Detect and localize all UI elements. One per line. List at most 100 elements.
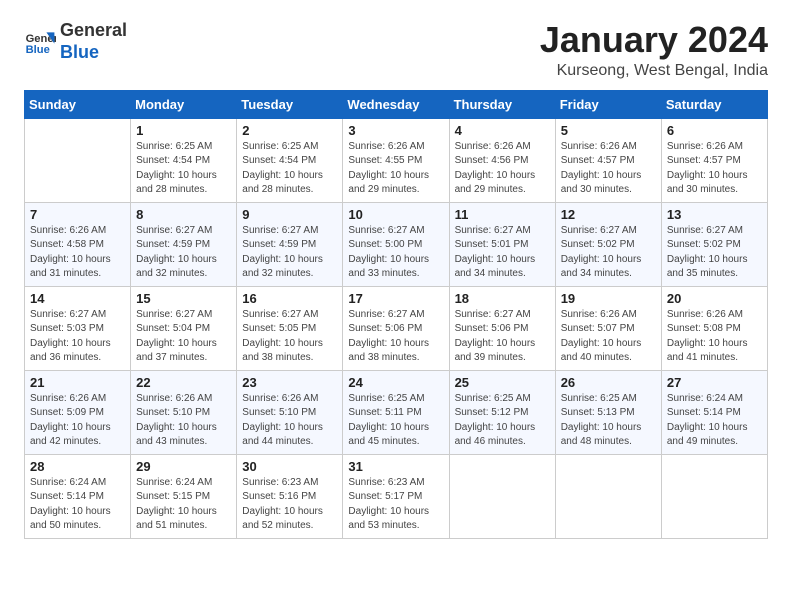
day-info: Sunrise: 6:26 AMSunset: 5:08 PMDaylight:… — [667, 308, 762, 366]
calendar-subtitle: Kurseong, West Bengal, India — [540, 62, 768, 80]
day-number: 26 — [561, 375, 656, 390]
day-number: 12 — [561, 207, 656, 222]
calendar-cell: 25Sunrise: 6:25 AMSunset: 5:12 PMDayligh… — [449, 370, 555, 454]
week-row-5: 28 Sunrise: 6:24 AMSunset: 5:14 PMDayligh… — [25, 454, 768, 538]
day-number: 11 — [455, 207, 550, 222]
logo: General Blue General Blue — [24, 20, 127, 63]
day-info: Sunrise: 6:23 AMSunset: 5:16 PMDaylight:… — [242, 476, 337, 534]
calendar-cell: 3Sunrise: 6:26 AMSunset: 4:55 PMDaylight… — [343, 118, 449, 202]
day-info: Sunrise: 6:24 AMSunset: 5:15 PMDaylight:… — [136, 476, 231, 534]
day-info: Sunrise: 6:25 AMSunset: 4:54 PMDaylight:… — [242, 140, 337, 198]
day-info: Sunrise: 6:27 AMSunset: 4:59 PMDaylight:… — [242, 224, 337, 282]
day-number: 30 — [242, 459, 337, 474]
day-info: Sunrise: 6:26 AMSunset: 4:57 PMDaylight:… — [561, 140, 656, 198]
day-info: Sunrise: 6:27 AMSunset: 5:06 PMDaylight:… — [348, 308, 443, 366]
calendar-title: January 2024 — [540, 20, 768, 60]
calendar-header-row: SundayMondayTuesdayWednesdayThursdayFrid… — [25, 90, 768, 118]
calendar-cell: 31 Sunrise: 6:23 AMSunset: 5:17 PMDayligh… — [343, 454, 449, 538]
day-info: Sunrise: 6:26 AMSunset: 4:57 PMDaylight:… — [667, 140, 762, 198]
day-number: 9 — [242, 207, 337, 222]
svg-text:Blue: Blue — [26, 44, 50, 56]
day-number: 19 — [561, 291, 656, 306]
calendar-cell: 29 Sunrise: 6:24 AMSunset: 5:15 PMDayligh… — [131, 454, 237, 538]
day-info: Sunrise: 6:26 AMSunset: 5:10 PMDaylight:… — [242, 392, 337, 450]
day-number: 15 — [136, 291, 231, 306]
calendar-cell: 9 Sunrise: 6:27 AMSunset: 4:59 PMDaylight… — [237, 202, 343, 286]
calendar-cell: 13 Sunrise: 6:27 AMSunset: 5:02 PMDayligh… — [661, 202, 767, 286]
calendar-cell — [449, 454, 555, 538]
week-row-3: 14Sunrise: 6:27 AMSunset: 5:03 PMDayligh… — [25, 286, 768, 370]
calendar-cell: 16 Sunrise: 6:27 AMSunset: 5:05 PMDayligh… — [237, 286, 343, 370]
column-header-friday: Friday — [555, 90, 661, 118]
calendar-cell: 30 Sunrise: 6:23 AMSunset: 5:16 PMDayligh… — [237, 454, 343, 538]
day-info: Sunrise: 6:27 AMSunset: 5:04 PMDaylight:… — [136, 308, 231, 366]
calendar-cell: 4Sunrise: 6:26 AMSunset: 4:56 PMDaylight… — [449, 118, 555, 202]
column-header-wednesday: Wednesday — [343, 90, 449, 118]
day-number: 10 — [348, 207, 443, 222]
logo-line2: Blue — [60, 42, 99, 62]
calendar-cell: 8Sunrise: 6:27 AMSunset: 4:59 PMDaylight… — [131, 202, 237, 286]
day-number: 2 — [242, 123, 337, 138]
day-number: 18 — [455, 291, 550, 306]
day-info: Sunrise: 6:27 AMSunset: 5:02 PMDaylight:… — [667, 224, 762, 282]
day-number: 4 — [455, 123, 550, 138]
calendar-cell: 18 Sunrise: 6:27 AMSunset: 5:06 PMDayligh… — [449, 286, 555, 370]
calendar-cell: 1 Sunrise: 6:25 AMSunset: 4:54 PMDaylight… — [131, 118, 237, 202]
day-info: Sunrise: 6:26 AMSunset: 5:09 PMDaylight:… — [30, 392, 125, 450]
day-number: 7 — [30, 207, 125, 222]
calendar-cell: 22Sunrise: 6:26 AMSunset: 5:10 PMDayligh… — [131, 370, 237, 454]
calendar-cell: 17 Sunrise: 6:27 AMSunset: 5:06 PMDayligh… — [343, 286, 449, 370]
calendar-cell: 24Sunrise: 6:25 AMSunset: 5:11 PMDayligh… — [343, 370, 449, 454]
day-info: Sunrise: 6:26 AMSunset: 4:58 PMDaylight:… — [30, 224, 125, 282]
week-row-2: 7 Sunrise: 6:26 AMSunset: 4:58 PMDaylight… — [25, 202, 768, 286]
calendar-table: SundayMondayTuesdayWednesdayThursdayFrid… — [24, 90, 768, 539]
day-info: Sunrise: 6:27 AMSunset: 5:03 PMDaylight:… — [30, 308, 125, 366]
day-info: Sunrise: 6:26 AMSunset: 4:55 PMDaylight:… — [348, 140, 443, 198]
day-number: 23 — [242, 375, 337, 390]
day-number: 16 — [242, 291, 337, 306]
day-info: Sunrise: 6:27 AMSunset: 5:05 PMDaylight:… — [242, 308, 337, 366]
calendar-cell: 11 Sunrise: 6:27 AMSunset: 5:01 PMDayligh… — [449, 202, 555, 286]
day-info: Sunrise: 6:26 AMSunset: 5:07 PMDaylight:… — [561, 308, 656, 366]
day-info: Sunrise: 6:27 AMSunset: 5:01 PMDaylight:… — [455, 224, 550, 282]
day-number: 21 — [30, 375, 125, 390]
header: General Blue General Blue January 2024 K… — [24, 20, 768, 80]
day-number: 6 — [667, 123, 762, 138]
week-row-1: 1 Sunrise: 6:25 AMSunset: 4:54 PMDaylight… — [25, 118, 768, 202]
calendar-cell: 7 Sunrise: 6:26 AMSunset: 4:58 PMDaylight… — [25, 202, 131, 286]
logo-line1: General — [60, 20, 127, 40]
calendar-cell: 19 Sunrise: 6:26 AMSunset: 5:07 PMDayligh… — [555, 286, 661, 370]
calendar-cell: 6 Sunrise: 6:26 AMSunset: 4:57 PMDaylight… — [661, 118, 767, 202]
calendar-cell: 26Sunrise: 6:25 AMSunset: 5:13 PMDayligh… — [555, 370, 661, 454]
day-info: Sunrise: 6:27 AMSunset: 5:00 PMDaylight:… — [348, 224, 443, 282]
calendar-cell: 12Sunrise: 6:27 AMSunset: 5:02 PMDayligh… — [555, 202, 661, 286]
calendar-cell: 15 Sunrise: 6:27 AMSunset: 5:04 PMDayligh… — [131, 286, 237, 370]
day-number: 1 — [136, 123, 231, 138]
day-number: 27 — [667, 375, 762, 390]
day-info: Sunrise: 6:23 AMSunset: 5:17 PMDaylight:… — [348, 476, 443, 534]
calendar-cell: 14Sunrise: 6:27 AMSunset: 5:03 PMDayligh… — [25, 286, 131, 370]
day-number: 22 — [136, 375, 231, 390]
calendar-cell: 2 Sunrise: 6:25 AMSunset: 4:54 PMDaylight… — [237, 118, 343, 202]
day-number: 5 — [561, 123, 656, 138]
day-number: 31 — [348, 459, 443, 474]
column-header-monday: Monday — [131, 90, 237, 118]
day-info: Sunrise: 6:24 AMSunset: 5:14 PMDaylight:… — [667, 392, 762, 450]
calendar-cell: 28 Sunrise: 6:24 AMSunset: 5:14 PMDayligh… — [25, 454, 131, 538]
column-header-sunday: Sunday — [25, 90, 131, 118]
day-number: 20 — [667, 291, 762, 306]
day-number: 24 — [348, 375, 443, 390]
calendar-cell: 5 Sunrise: 6:26 AMSunset: 4:57 PMDaylight… — [555, 118, 661, 202]
calendar-cell: 10 Sunrise: 6:27 AMSunset: 5:00 PMDayligh… — [343, 202, 449, 286]
day-info: Sunrise: 6:27 AMSunset: 5:06 PMDaylight:… — [455, 308, 550, 366]
day-info: Sunrise: 6:27 AMSunset: 4:59 PMDaylight:… — [136, 224, 231, 282]
day-number: 28 — [30, 459, 125, 474]
calendar-cell: 21 Sunrise: 6:26 AMSunset: 5:09 PMDayligh… — [25, 370, 131, 454]
day-number: 17 — [348, 291, 443, 306]
day-info: Sunrise: 6:25 AMSunset: 4:54 PMDaylight:… — [136, 140, 231, 198]
day-info: Sunrise: 6:24 AMSunset: 5:14 PMDaylight:… — [30, 476, 125, 534]
day-info: Sunrise: 6:25 AMSunset: 5:12 PMDaylight:… — [455, 392, 550, 450]
calendar-cell: 23 Sunrise: 6:26 AMSunset: 5:10 PMDayligh… — [237, 370, 343, 454]
day-number: 13 — [667, 207, 762, 222]
day-number: 29 — [136, 459, 231, 474]
